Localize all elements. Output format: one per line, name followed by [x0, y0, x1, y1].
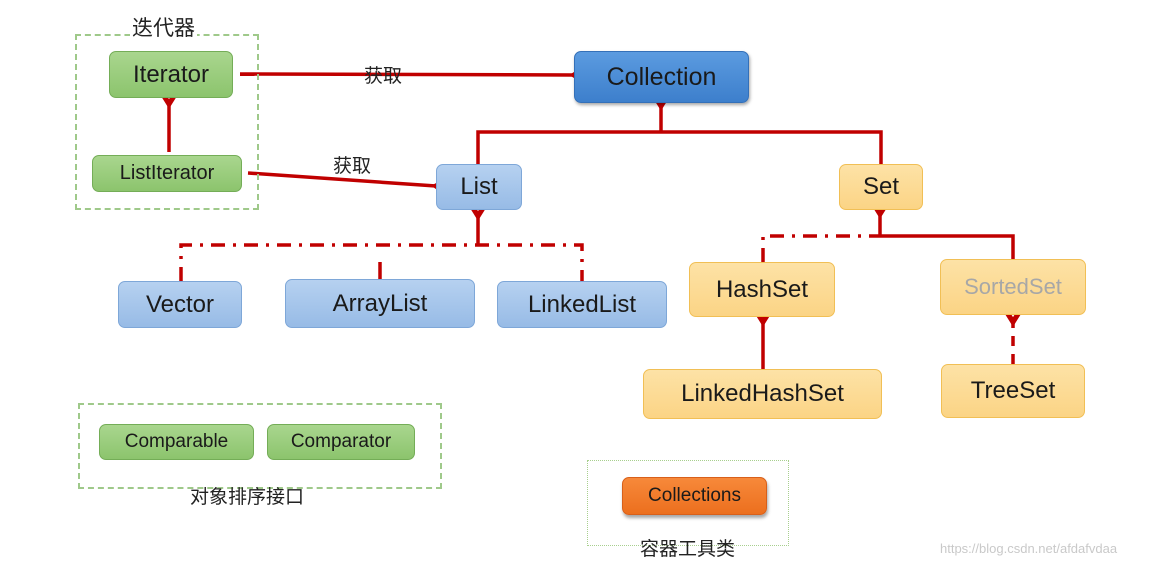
node-vector[interactable]: Vector: [118, 281, 242, 328]
sorting-group-label: 对象排序接口: [190, 487, 305, 508]
node-collections-label: Collections: [648, 485, 741, 506]
node-array-list-label: ArrayList: [332, 289, 428, 317]
node-collections[interactable]: Collections: [622, 477, 767, 515]
edge-sortedset-set: [880, 234, 1015, 259]
node-sorted-set[interactable]: SortedSet: [940, 259, 1086, 315]
node-set[interactable]: Set: [839, 164, 923, 210]
node-linked-hash-set-label: LinkedHashSet: [681, 380, 844, 407]
node-sorted-set-label: SortedSet: [964, 274, 1062, 299]
edge-hashset-set: [761, 234, 880, 262]
node-comparable-label: Comparable: [124, 431, 229, 452]
node-comparable[interactable]: Comparable: [99, 424, 254, 460]
iterator-group-label: 迭代器: [130, 12, 197, 42]
watermark-url: https://blog.csdn.net/afdafvdaa: [940, 541, 1118, 556]
node-linked-hash-set[interactable]: LinkedHashSet: [643, 369, 882, 419]
edge-label-list-listiterator: 获取: [333, 156, 372, 177]
node-list-iterator[interactable]: ListIterator: [92, 155, 242, 192]
node-collection[interactable]: Collection: [574, 51, 749, 103]
node-hash-set-label: HashSet: [715, 275, 809, 303]
node-list-label: List: [460, 173, 498, 200]
node-iterator[interactable]: Iterator: [109, 51, 233, 98]
node-hash-set[interactable]: HashSet: [689, 262, 835, 317]
node-vector-label: Vector: [145, 290, 215, 318]
node-tree-set[interactable]: TreeSet: [941, 364, 1085, 418]
node-comparator-label: Comparator: [290, 431, 392, 452]
node-tree-set-label: TreeSet: [970, 377, 1056, 404]
node-set-label: Set: [862, 173, 900, 200]
node-list[interactable]: List: [436, 164, 522, 210]
node-linked-list[interactable]: LinkedList: [497, 281, 667, 328]
edge-list-set-collection: [476, 130, 883, 164]
node-array-list[interactable]: ArrayList: [285, 279, 475, 328]
node-list-iterator-label: ListIterator: [119, 162, 215, 184]
edge-collection-iterator: [239, 74, 574, 75]
node-collection-label: Collection: [606, 62, 717, 91]
edge-label-collection-iterator: 获取: [364, 66, 403, 87]
node-comparator[interactable]: Comparator: [267, 424, 415, 460]
node-linked-list-label: LinkedList: [527, 290, 637, 318]
node-iterator-label: Iterator: [132, 60, 210, 88]
utility-group-label: 容器工具类: [640, 539, 736, 560]
